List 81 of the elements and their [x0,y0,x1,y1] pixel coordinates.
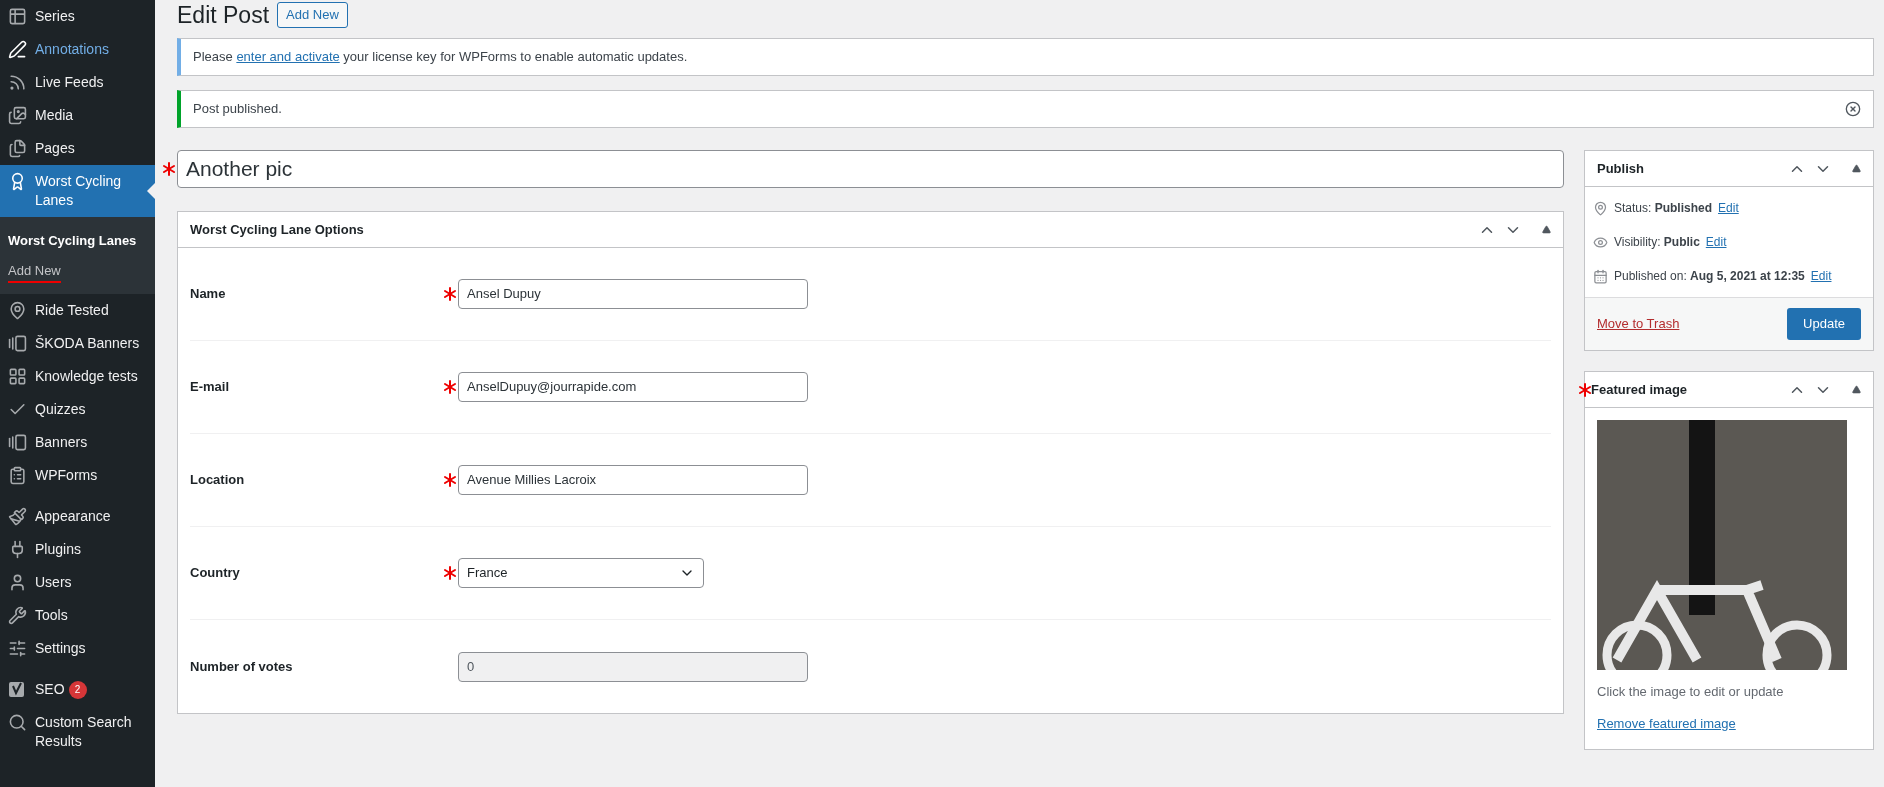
images-icon [8,433,27,452]
sliders-icon [8,639,27,658]
sidebar-item[interactable]: Users [0,566,155,599]
pen-icon [8,40,27,59]
media-icon [8,106,27,125]
submenu-item[interactable]: Worst Cycling Lanes [8,231,137,251]
brush-icon [8,507,27,526]
photo-placeholder[interactable] [1597,420,1847,670]
sidebar-item[interactable]: Appearance [0,500,155,533]
country-select[interactable]: France [458,558,704,588]
pages-icon [8,139,27,158]
annotation-star-icon [1579,382,1591,397]
field-label: Name [190,285,227,304]
publish-info: Published on: Aug 5, 2021 at 12:35 [1614,268,1805,285]
edit-link[interactable]: Edit [1718,199,1739,217]
sidebar-item[interactable]: Annotations [0,33,155,66]
sidebar-item[interactable]: ŠKODA Banners [0,327,155,360]
sidebar-item[interactable]: Series [0,0,155,33]
title-input[interactable]: Another pic [177,150,1564,188]
image-hint: Click the image to edit or update [1597,683,1785,701]
sidebar-item[interactable]: Quizzes [0,393,155,426]
remove-image-link[interactable]: Remove featured image [1597,713,1861,733]
notice-text: Post published. [193,100,282,119]
text-input[interactable]: AnselDupuy@jourrapide.com [458,372,808,402]
calendar-icon [1593,268,1608,284]
panel-title: Featured image [1591,380,1688,399]
collapse-icon[interactable] [1542,225,1551,234]
annotation-star-icon [444,380,456,394]
field-label: E-mail [190,378,230,397]
sidebar-item[interactable]: Banners [0,426,155,459]
collapse-icon[interactable] [1852,385,1861,394]
annotation-star-icon [444,287,456,301]
rss-icon [8,73,27,92]
notice-text: Please enter and activate your license key for WPForms to enable automatic updates. [193,48,688,67]
text-input[interactable]: Ansel Dupuy [458,279,808,309]
annotation-star-icon [444,566,456,580]
publish-info: Visibility: Public [1614,234,1700,251]
count-badge: 2 [68,680,87,699]
sidebar-item[interactable]: WPForms [0,459,155,492]
sidebar-item[interactable]: Tools [0,599,155,632]
notice-link[interactable]: enter and activate [236,49,340,65]
field-label: Country [190,564,241,583]
sidebar-item[interactable]: SEO 2 [0,673,155,706]
edit-link[interactable]: Edit [1705,233,1727,251]
sidebar-item[interactable]: Worst Cycling Lanes [0,165,155,217]
eye-icon [1593,234,1608,250]
sidebar-item[interactable]: Live Feeds [0,66,155,99]
sidebar-item[interactable]: Custom Search Results [0,706,155,758]
sidebar-item[interactable]: Pages [0,132,155,165]
sidebar-item[interactable]: Plugins [0,533,155,566]
pin-icon [8,301,27,320]
update-button[interactable]: Update [1787,308,1861,340]
annotation-star-icon [163,162,175,176]
add-new-button[interactable]: Add New [277,2,348,28]
sidebar-item[interactable]: Media [0,99,155,132]
dismiss-icon[interactable] [1845,101,1861,117]
current-item-pointer-icon [147,183,155,199]
sidebar-item[interactable]: Settings [0,632,155,665]
annotation-star-icon [444,473,456,487]
seo-icon [8,680,27,699]
panel-title: Publish [1597,159,1644,178]
publish-info: Status: Published [1614,200,1713,217]
table-icon [8,7,27,26]
wrench-icon [8,606,27,625]
user-icon [8,573,27,592]
text-input[interactable]: Avenue Millies Lacroix [458,465,808,495]
edit-link[interactable]: Edit [1810,267,1832,285]
sidebar-item[interactable]: Ride Tested [0,294,155,327]
sidebar-item[interactable]: Knowledge tests [0,360,155,393]
search-icon [8,713,27,732]
grid-icon [8,367,27,386]
panel-title: Worst Cycling Lane Options [190,220,364,239]
pin-icon [1593,200,1608,216]
trash-link[interactable]: Move to Trash [1597,314,1680,334]
field-label: Location [190,471,246,490]
submenu-item[interactable]: Add New [8,261,61,283]
page-title: Edit Post [177,0,270,30]
images-icon [8,334,27,353]
form-icon [8,466,27,485]
field-label: Number of votes [190,657,294,676]
collapse-icon[interactable] [1852,164,1861,173]
